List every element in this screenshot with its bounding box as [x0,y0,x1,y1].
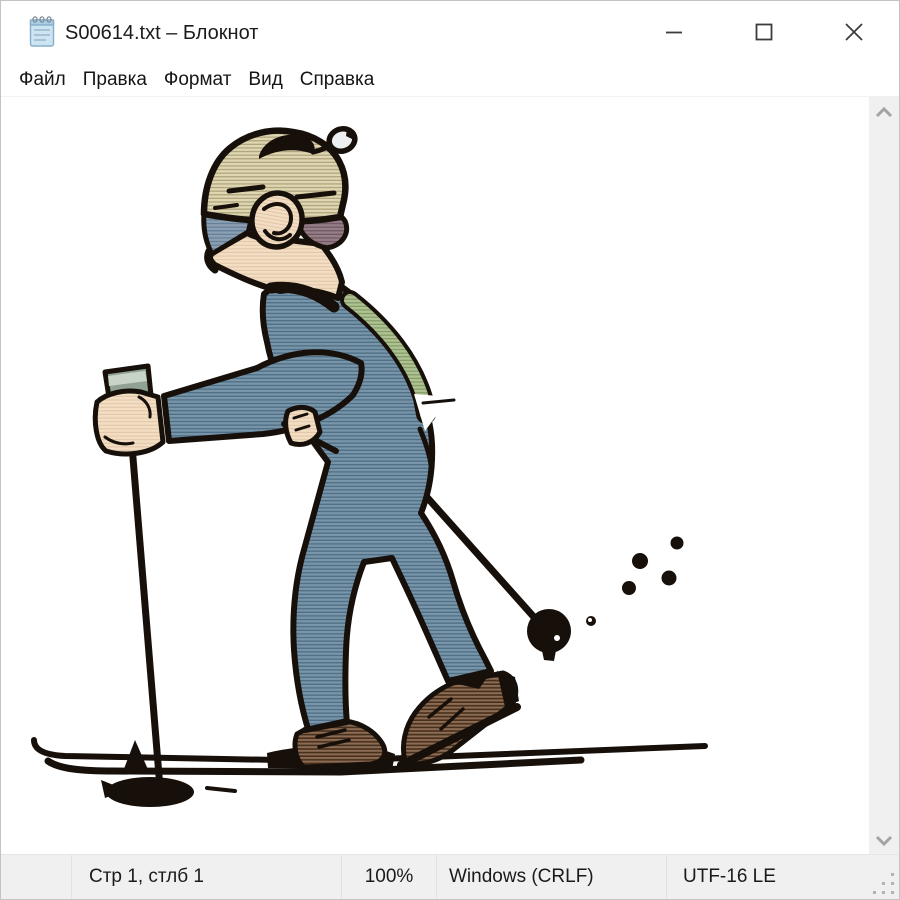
menu-edit[interactable]: Правка [75,63,155,96]
notepad-icon[interactable] [29,16,56,48]
statusbar-separator [436,855,437,899]
window-controls [629,1,899,63]
statusbar: Стр 1, стлб 1 100% Windows (CRLF) UTF-16… [1,854,899,899]
rear-boot [401,669,519,765]
close-icon [844,22,864,42]
snow-specks [586,537,684,627]
skier-body [263,276,491,732]
front-ski-pole [101,409,235,807]
skier-head [204,126,358,307]
front-boot [267,721,395,770]
vertical-scrollbar[interactable] [869,97,899,856]
statusbar-separator [666,855,667,899]
minimize-icon [664,22,684,42]
left-hand [95,391,163,454]
window-title: S00614.txt – Блокнот [65,1,258,63]
zoom-level: 100% [342,855,436,899]
menubar: Файл Правка Формат Вид Справка [1,63,899,97]
minimize-button[interactable] [629,1,719,63]
menu-format[interactable]: Формат [156,63,240,96]
text-editor-area[interactable] [1,97,871,856]
scroll-down-icon[interactable] [875,832,893,848]
resize-grip[interactable] [873,873,894,894]
maximize-icon [754,22,774,42]
menu-help[interactable]: Справка [292,63,383,96]
cursor-position: Стр 1, стлб 1 [89,855,204,899]
maximize-button[interactable] [719,1,809,63]
titlebar[interactable]: S00614.txt – Блокнот [1,1,899,63]
line-ending: Windows (CRLF) [449,855,594,899]
statusbar-separator [71,855,72,899]
close-button[interactable] [809,1,899,63]
menu-file[interactable]: Файл [11,63,74,96]
notepad-window: S00614.txt – Блокнот Файл Правка [0,0,900,900]
skier-illustration [1,97,871,856]
menu-view[interactable]: Вид [240,63,290,96]
scroll-up-icon[interactable] [875,105,893,121]
encoding: UTF-16 LE [683,855,776,899]
